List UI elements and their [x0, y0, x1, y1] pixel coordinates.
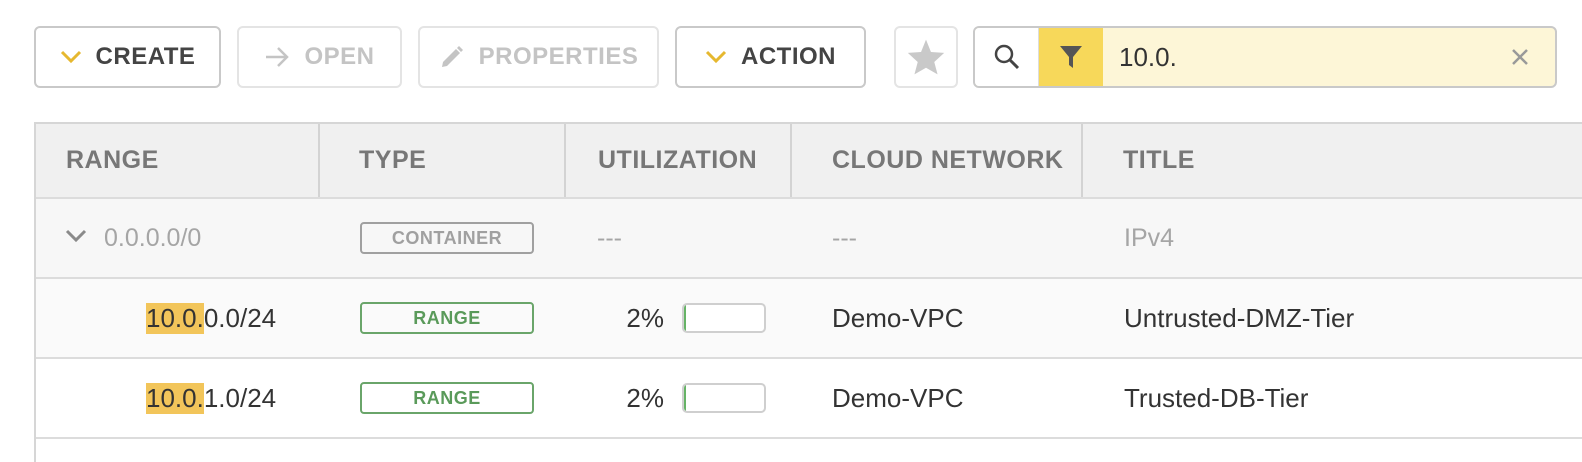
utilization-bar-fill [684, 305, 686, 331]
column-divider[interactable] [564, 124, 566, 197]
range-cell: 0.0.0.0/0 [104, 223, 202, 252]
table-row[interactable]: 10.0. 1.0/24 RANGE 2% Demo-VPC Trusted-DB… [36, 359, 1582, 439]
range-cell: 10.0. 0.0/24 [146, 279, 276, 357]
chevron-down-icon [60, 50, 82, 64]
create-button[interactable]: CREATE [34, 26, 221, 88]
utilization-bar [682, 383, 766, 413]
clear-icon[interactable] [1485, 28, 1555, 86]
expand-toggle[interactable] [64, 199, 88, 277]
type-cell: RANGE [360, 359, 534, 437]
column-divider[interactable] [318, 124, 320, 197]
utilization-cell: 2% [598, 279, 766, 357]
range-remainder: 0.0/24 [203, 302, 277, 333]
type-badge: RANGE [360, 382, 534, 414]
type-cell: CONTAINER [360, 199, 534, 277]
utilization-percent: 2% [626, 302, 664, 333]
pencil-icon [439, 44, 465, 70]
star-icon [906, 38, 946, 76]
column-header-utilization[interactable]: UTILIZATION [598, 124, 757, 197]
table-header: RANGE TYPE UTILIZATION CLOUD NETWORK TIT… [36, 124, 1582, 199]
utilization-bar-fill [684, 385, 686, 411]
column-header-title[interactable]: TITLE [1123, 124, 1195, 197]
column-header-type[interactable]: TYPE [359, 124, 426, 197]
ip-range-table: RANGE TYPE UTILIZATION CLOUD NETWORK TIT… [34, 122, 1582, 462]
range-cell: 10.0. 1.0/24 [146, 359, 276, 437]
open-button[interactable]: OPEN [237, 26, 402, 88]
table-row[interactable]: 0.0.0.0/0 CONTAINER --- --- IPv4 [36, 199, 1582, 279]
search-match-highlight: 10.0. [146, 382, 204, 414]
title-cell: Trusted-DB-Tier [1124, 382, 1309, 413]
utilization-cell: --- [597, 223, 622, 252]
open-label: OPEN [304, 43, 375, 70]
cloud-network-cell: Demo-VPC [832, 382, 964, 413]
title-cell: IPv4 [1124, 223, 1175, 252]
properties-button[interactable]: PROPERTIES [418, 26, 659, 88]
search-input[interactable] [1103, 28, 1485, 86]
filter-icon[interactable] [1039, 28, 1103, 86]
action-label: ACTION [741, 43, 836, 70]
title-cell: Untrusted-DMZ-Tier [1124, 302, 1355, 333]
cloud-network-cell: Demo-VPC [832, 302, 964, 333]
search-icon[interactable] [975, 28, 1039, 86]
type-badge: CONTAINER [360, 222, 534, 254]
column-header-range[interactable]: RANGE [66, 124, 159, 197]
type-cell: RANGE [360, 279, 534, 357]
utilization-bar [682, 303, 766, 333]
search-match-highlight: 10.0. [146, 302, 204, 334]
cloud-network-cell: --- [832, 223, 857, 252]
column-divider[interactable] [1081, 124, 1083, 197]
table-row[interactable]: 10.0. 0.0/24 RANGE 2% Demo-VPC Untrusted-… [36, 279, 1582, 359]
range-remainder: 1.0/24 [203, 382, 277, 413]
utilization-percent: 2% [626, 382, 664, 413]
search-bar [973, 26, 1557, 88]
create-label: CREATE [95, 43, 196, 70]
properties-label: PROPERTIES [478, 43, 639, 70]
chevron-down-icon [705, 50, 727, 64]
chevron-down-icon [64, 228, 88, 249]
column-header-cloud-network[interactable]: CLOUD NETWORK [832, 124, 1063, 197]
arrow-right-icon [264, 46, 290, 68]
favorite-button[interactable] [894, 26, 958, 88]
column-divider[interactable] [790, 124, 792, 197]
action-button[interactable]: ACTION [675, 26, 866, 88]
utilization-cell: 2% [598, 359, 766, 437]
type-badge: RANGE [360, 302, 534, 334]
